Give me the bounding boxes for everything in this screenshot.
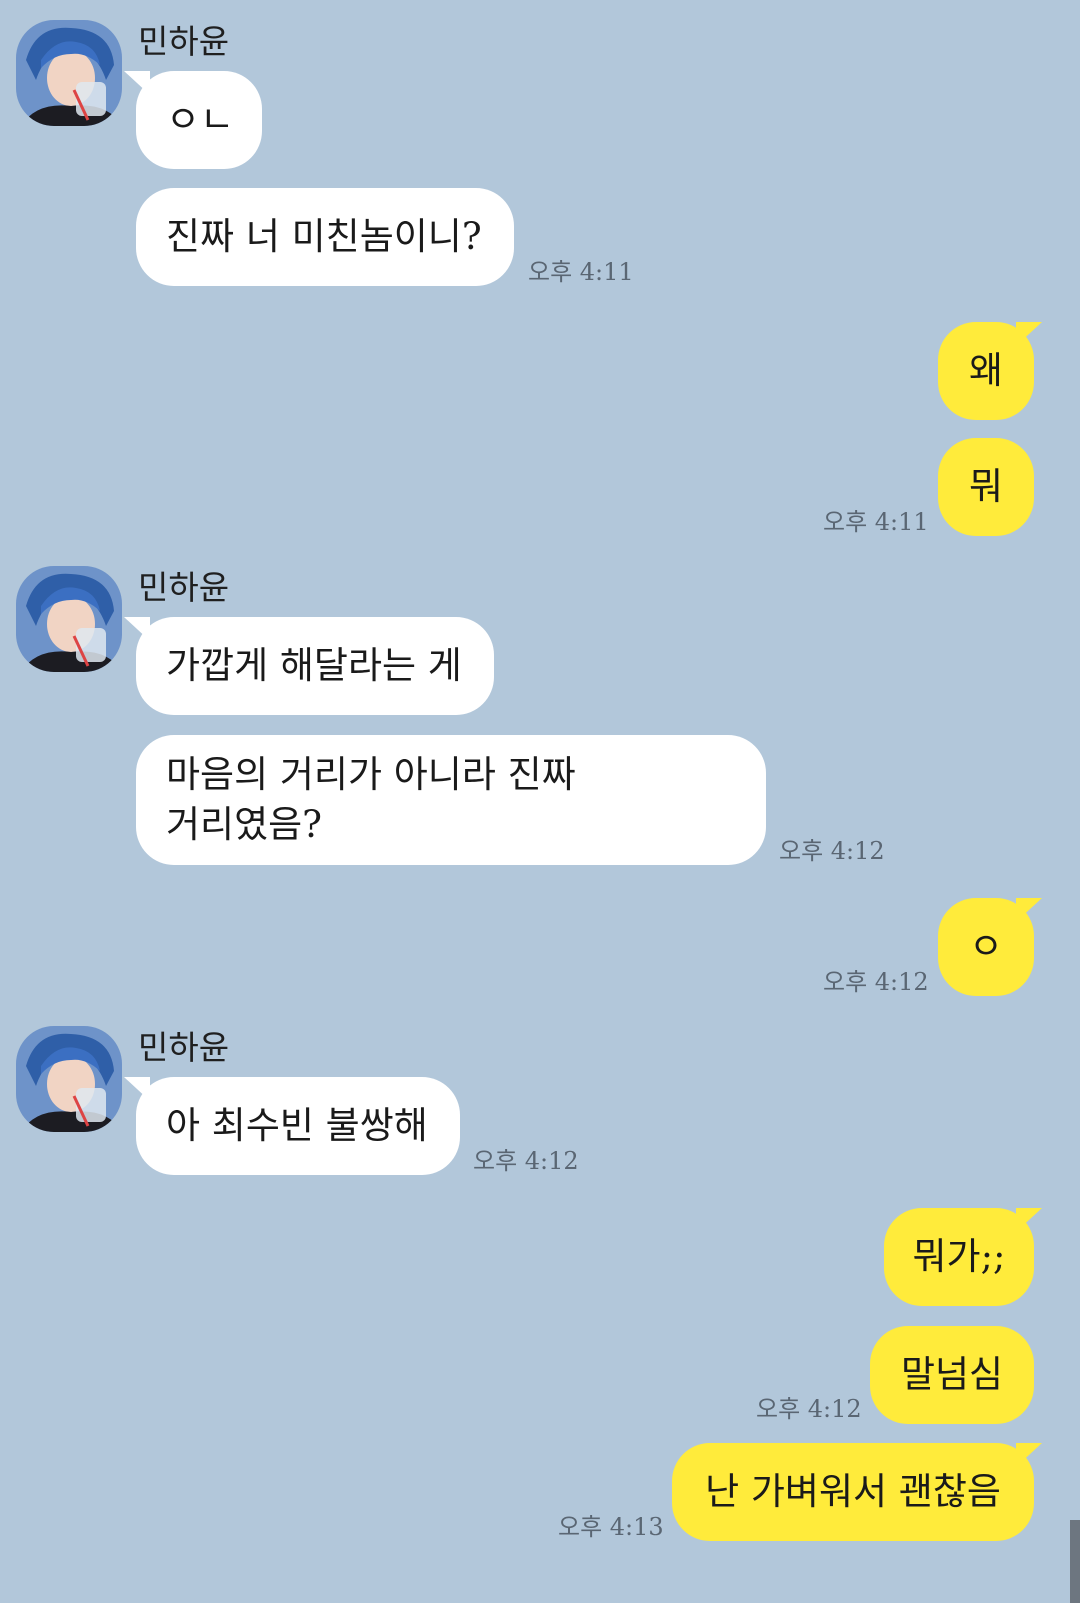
message-bubble[interactable]: 왜	[938, 322, 1042, 420]
sender-name: 민하윤	[138, 568, 230, 607]
avatar[interactable]	[16, 20, 122, 126]
message-bubble[interactable]: 말넘심	[870, 1326, 1034, 1424]
sender-name: 민하윤	[138, 1028, 230, 1067]
message-text: 마음의 거리가 아니라 진짜 거리였음?	[166, 750, 576, 850]
message-bubble[interactable]: 마음의 거리가 아니라 진짜 거리였음?	[136, 735, 766, 865]
message-time: 오후 4:13	[558, 1513, 664, 1541]
scrollbar[interactable]	[1070, 1520, 1080, 1603]
message-text: 말넘심	[900, 1353, 1004, 1396]
message-text: 뭐	[968, 465, 1004, 508]
profile-photo-icon	[16, 1026, 122, 1132]
message-bubble[interactable]: 진짜 너 미친놈이니?	[136, 188, 514, 286]
message-time: 오후 4:12	[779, 837, 885, 865]
message-bubble[interactable]: 아 최수빈 불쌍해	[124, 1077, 460, 1175]
message-bubble[interactable]: 난 가벼워서 괜찮음	[672, 1443, 1042, 1541]
message-time: 오후 4:11	[528, 258, 634, 286]
message-bubble[interactable]: 뭐	[938, 438, 1034, 536]
profile-photo-icon	[16, 20, 122, 126]
chat-window: 민하윤 ㅇㄴ 진짜 너 미친놈이니? 오후 4:11 왜 뭐 오후 4:11 민…	[0, 0, 1080, 1603]
message-time: 오후 4:12	[823, 968, 929, 996]
message-text: 가깝게 해달라는 게	[166, 644, 462, 687]
avatar[interactable]	[16, 566, 122, 672]
message-bubble[interactable]: ㅇ	[938, 898, 1042, 996]
message-bubble[interactable]: 뭐가;;	[884, 1208, 1042, 1306]
message-text: 아 최수빈 불쌍해	[166, 1104, 428, 1147]
message-line: 마음의 거리가 아니라 진짜	[166, 753, 576, 796]
message-bubble[interactable]: 가깝게 해달라는 게	[124, 617, 494, 715]
message-text: 난 가벼워서 괜찮음	[705, 1470, 1001, 1513]
message-text: 뭐가;;	[912, 1235, 1006, 1278]
message-text: ㅇ	[968, 925, 1004, 968]
sender-name: 민하윤	[138, 22, 230, 61]
message-bubble[interactable]: ㅇㄴ	[124, 71, 262, 169]
avatar[interactable]	[16, 1026, 122, 1132]
message-time: 오후 4:11	[823, 508, 929, 536]
message-text: ㅇㄴ	[166, 98, 235, 141]
message-time: 오후 4:12	[473, 1147, 579, 1175]
profile-photo-icon	[16, 566, 122, 672]
message-text: 왜	[968, 349, 1004, 392]
message-line: 거리였음?	[166, 803, 322, 846]
message-text: 진짜 너 미친놈이니?	[166, 215, 482, 258]
message-time: 오후 4:12	[756, 1395, 862, 1423]
